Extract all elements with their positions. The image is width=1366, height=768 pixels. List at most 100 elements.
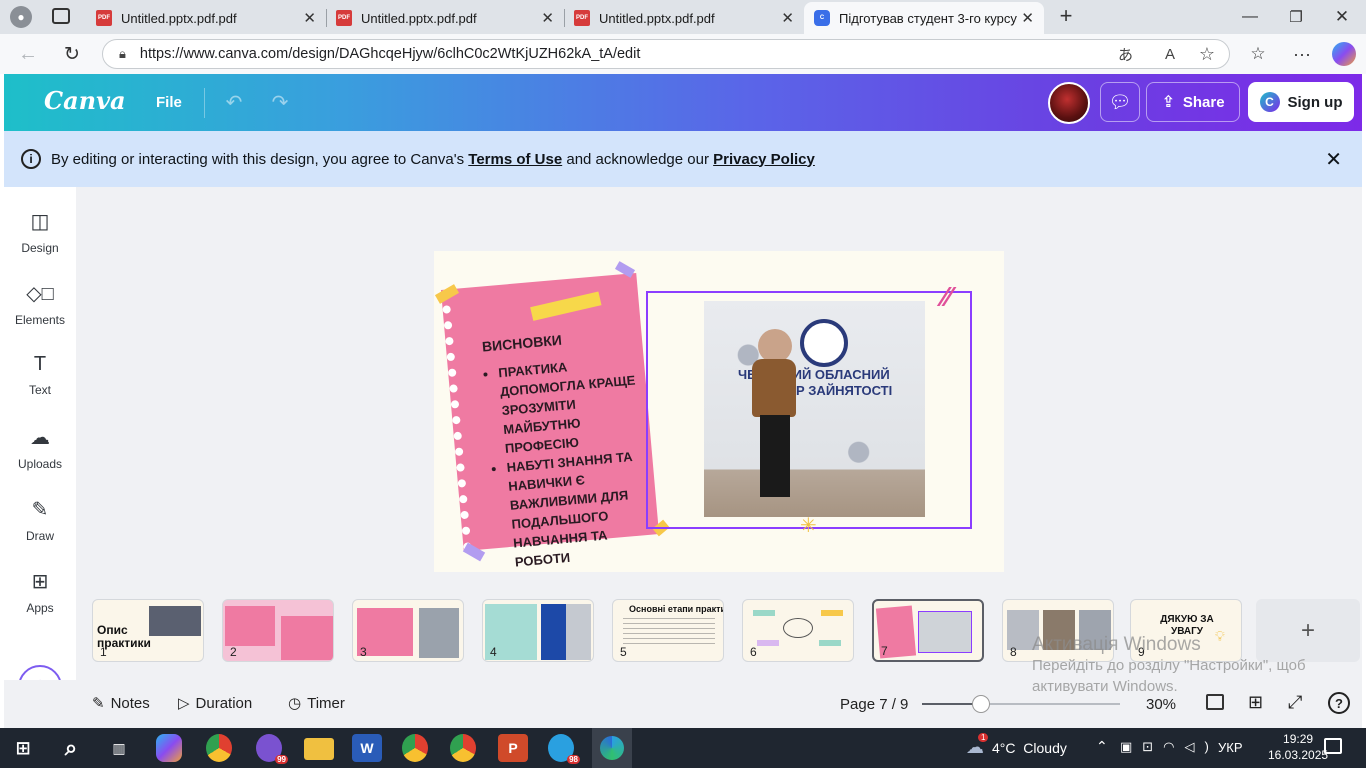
thumbnail-page-5[interactable]: Основні етапи практики 5 (612, 599, 724, 662)
browser-tab-4-active[interactable]: C Підготував студент 3-го курсу Л ✕ (804, 2, 1044, 34)
weather-widget[interactable]: ☁︎ 1 4°C Cloudy (966, 733, 1067, 758)
search-icon[interactable]: ⌕ (56, 734, 86, 762)
browser-tab-3[interactable]: PDF Untitled.pptx.pdf.pdf ✕ (564, 2, 804, 34)
profile-icon[interactable]: ● (10, 6, 32, 28)
sidebar-item-uploads[interactable]: ☁︎ Uploads (4, 425, 76, 471)
input-language[interactable]: УКР (1218, 740, 1243, 755)
copilot-icon[interactable] (1332, 42, 1356, 66)
zoom-slider[interactable] (922, 695, 1120, 713)
back-icon[interactable]: ← (16, 42, 40, 66)
help-icon[interactable]: ? (1328, 692, 1350, 714)
left-sidebar: ◫ Design ◇□ Elements T Text ☁︎ Uploads ✎… (4, 187, 76, 727)
person-sweater (752, 359, 796, 417)
tray-chevron-icon[interactable]: ⌃ (1096, 738, 1108, 755)
tray-icons[interactable]: ▣⊡◠◁) (1120, 739, 1219, 755)
thumbnail-page-4[interactable]: 4 (482, 599, 594, 662)
site-info-icon[interactable]: 🔒︎ (119, 46, 126, 62)
timer-button[interactable]: ◷ Timer (288, 694, 345, 713)
chrome-profile-icon[interactable] (402, 734, 428, 762)
terms-of-use-link[interactable]: Terms of Use (468, 151, 562, 168)
url-field[interactable]: 🔒︎ https://www.canva.com/design/DAGhcqeH… (102, 39, 1230, 69)
close-window-icon[interactable]: ✕ (1330, 6, 1354, 28)
design-icon: ◫ (30, 211, 50, 233)
close-tab-icon[interactable]: ✕ (781, 9, 794, 27)
close-tab-icon[interactable]: ✕ (541, 9, 554, 27)
comments-button[interactable]: 💬︎ (1100, 82, 1140, 122)
slide-heading: ВИСНОВКИ (481, 331, 563, 355)
redo-icon[interactable]: ↷ (268, 90, 292, 114)
copilot-taskbar-icon[interactable] (156, 734, 182, 762)
photo-student-at-employment-centre[interactable]: ЧЕ КИЙ ОБЛАСНИЙ Р ЗАЙНЯТОСТІ (704, 301, 925, 517)
clock[interactable]: 19:29 16.03.2025 (1268, 731, 1328, 763)
edge-icon[interactable] (592, 728, 632, 768)
task-view-icon[interactable]: ▥ (104, 734, 134, 762)
tab-title: Untitled.pptx.pdf.pdf (599, 10, 715, 26)
thumbnail-title: Основні етапи практики (629, 604, 723, 614)
share-label: Share (1182, 93, 1225, 111)
text-size-icon[interactable]: A (1165, 46, 1175, 63)
thumbnail-chip (819, 640, 841, 646)
cloud-icon: ☁︎ 1 (966, 733, 989, 758)
thumbnail-number: 8 (1010, 645, 1017, 659)
duration-button[interactable]: ▷ Duration (178, 694, 252, 713)
restore-icon[interactable]: ❐ (1284, 6, 1308, 28)
favorites-icon[interactable]: ☆ (1246, 42, 1270, 66)
privacy-policy-link[interactable]: Privacy Policy (713, 151, 815, 168)
reload-icon[interactable]: ↻ (60, 42, 84, 66)
pink-sparkle-decor: ⁄⁄ (942, 281, 952, 312)
zoom-level[interactable]: 30% (1146, 696, 1176, 713)
thumbnail-page-1[interactable]: Опис практики 1 (92, 599, 204, 662)
avatar[interactable] (1048, 82, 1090, 124)
new-tab-icon[interactable]: + (1054, 3, 1078, 28)
chrome-icon[interactable] (206, 734, 232, 762)
tab-actions-icon[interactable] (52, 8, 70, 24)
text-icon: T (33, 353, 47, 375)
share-icon: ⇪ (1161, 94, 1175, 111)
sign-up-button[interactable]: C Sign up (1248, 82, 1354, 122)
sidebar-item-text[interactable]: T Text (4, 353, 76, 397)
start-button-icon[interactable]: ⊞ (8, 734, 38, 762)
sidebar-item-design[interactable]: ◫ Design (4, 209, 76, 255)
notes-button[interactable]: ✎ Notes (92, 694, 150, 713)
share-button[interactable]: ⇪ Share (1146, 82, 1240, 122)
more-menu-icon[interactable]: ··· (1290, 42, 1314, 66)
close-tab-icon[interactable]: ✕ (1021, 9, 1034, 27)
zoom-slider-thumb[interactable] (972, 695, 990, 713)
tab-title: Untitled.pptx.pdf.pdf (361, 10, 477, 26)
header-divider (204, 88, 205, 118)
thumbnail-number: 7 (881, 644, 888, 658)
sidebar-item-label: Apps (26, 601, 54, 615)
canva-favicon-icon: C (814, 10, 830, 26)
browser-tab-1[interactable]: PDF Untitled.pptx.pdf.pdf ✕ (86, 2, 326, 34)
sidebar-item-elements[interactable]: ◇□ Elements (4, 281, 76, 327)
notes-label: Notes (110, 694, 150, 712)
thumbnail-page-3[interactable]: 3 (352, 599, 464, 662)
page-indicator[interactable]: Page 7 / 9 (840, 696, 908, 713)
minimize-icon[interactable]: — (1238, 6, 1262, 28)
windows-taskbar: ⊞ ⌕ ▥ 99 W P 98 ☁︎ 1 4°C Cloudy ⌃ ▣⊡◠◁) У… (0, 728, 1366, 768)
thumbnail-page-7-current[interactable]: 7 (872, 599, 984, 662)
telegram-icon[interactable]: 98 (548, 734, 580, 764)
thumbnail-page-6[interactable]: 6 (742, 599, 854, 662)
sidebar-item-apps[interactable]: ⊞ Apps (4, 569, 76, 615)
file-explorer-icon[interactable] (304, 738, 334, 760)
thumbnail-chip (753, 610, 775, 616)
close-tab-icon[interactable]: ✕ (303, 9, 316, 27)
chrome-profile-2-icon[interactable] (450, 734, 476, 762)
powerpoint-icon[interactable]: P (498, 734, 528, 762)
slide-page-7[interactable]: ВИСНОВКИ ПРАКТИКА ДОПОМОГЛА КРАЩЕ ЗРОЗУМ… (434, 251, 1004, 572)
canva-logo[interactable]: Canva (44, 86, 126, 115)
notifications-icon[interactable] (1324, 738, 1342, 754)
favorite-star-icon[interactable]: ☆ (1199, 44, 1215, 65)
word-icon[interactable]: W (352, 734, 382, 762)
browser-tab-2[interactable]: PDF Untitled.pptx.pdf.pdf ✕ (326, 2, 564, 34)
read-aloud-icon[interactable]: あ (1118, 44, 1133, 65)
slide-bullets: ПРАКТИКА ДОПОМОГЛА КРАЩЕ ЗРОЗУМІТИ МАЙБУ… (486, 350, 664, 572)
pink-note-card[interactable]: ВИСНОВКИ ПРАКТИКА ДОПОМОГЛА КРАЩЕ ЗРОЗУМ… (440, 272, 660, 570)
sidebar-item-draw[interactable]: ✎ Draw (4, 497, 76, 543)
undo-icon[interactable]: ↶ (222, 90, 246, 114)
close-notice-icon[interactable]: ✕ (1325, 147, 1342, 172)
viber-icon[interactable]: 99 (256, 734, 288, 764)
thumbnail-page-2[interactable]: 2 (222, 599, 334, 662)
file-menu-button[interactable]: File (156, 94, 182, 111)
